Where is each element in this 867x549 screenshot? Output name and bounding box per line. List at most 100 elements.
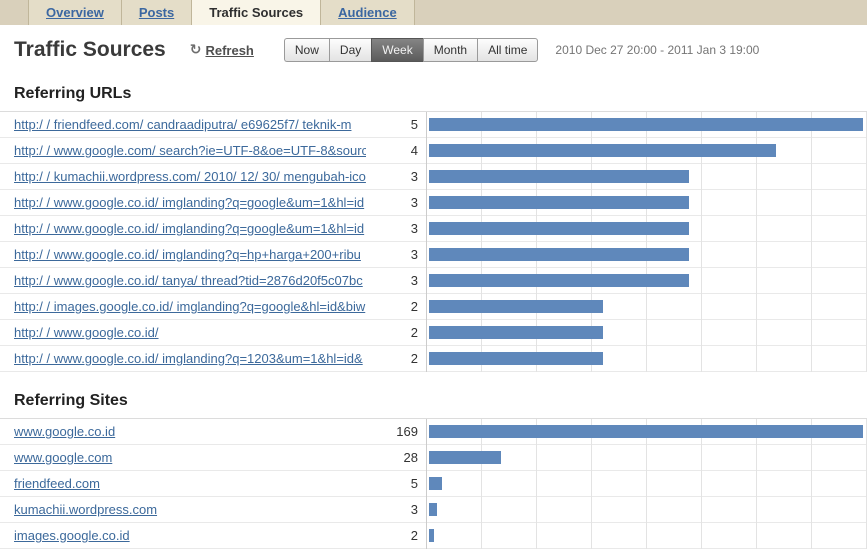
referrer-link[interactable]: http:/ / kumachii.wordpress.com/ 2010/ 1… (14, 169, 366, 184)
table-row: http:/ / www.google.com/ search?ie=UTF-8… (0, 137, 867, 164)
tab-traffic-sources-label: Traffic Sources (209, 5, 304, 20)
tab-overview-label: Overview (46, 5, 104, 20)
referrer-count: 3 (410, 195, 418, 210)
bar (429, 424, 863, 438)
referrer-count: 5 (410, 476, 418, 491)
referrer-link[interactable]: http:/ / www.google.co.id/ imglanding?q=… (14, 351, 366, 366)
bar-chart-cell (426, 444, 867, 471)
referrer-link[interactable]: http:/ / www.google.co.id/ imglanding?q=… (14, 247, 366, 262)
bar-chart-cell (426, 470, 867, 497)
bar-chart-cell (426, 111, 867, 138)
bar-chart-cell (426, 215, 867, 242)
stats-tabbar: Overview Posts Traffic Sources Audience (0, 0, 867, 25)
referring-urls-table: http:/ / friendfeed.com/ candraadiputra/… (0, 111, 867, 372)
table-row: www.google.com 28 (0, 444, 867, 471)
referrer-count: 2 (410, 528, 418, 543)
bar-chart-cell (426, 418, 867, 445)
referrer-count: 2 (410, 351, 418, 366)
referrer-count: 2 (410, 325, 418, 340)
bar (429, 502, 437, 516)
bar (429, 221, 689, 235)
page-header: Traffic Sources ↻ Refresh Now Day Week M… (0, 25, 867, 71)
bar (429, 528, 434, 542)
bar-chart-cell (426, 293, 867, 320)
bar-chart-cell (426, 137, 867, 164)
referrer-link[interactable]: friendfeed.com (14, 476, 366, 491)
table-row: http:/ / images.google.co.id/ imglanding… (0, 293, 867, 320)
referrer-link[interactable]: http:/ / images.google.co.id/ imglanding… (14, 299, 366, 314)
referrer-link[interactable]: http:/ / www.google.com/ search?ie=UTF-8… (14, 143, 366, 158)
referring-urls-heading: Referring URLs (14, 85, 132, 102)
refresh-icon: ↻ (189, 42, 202, 58)
bar-chart-cell (426, 189, 867, 216)
time-button-week[interactable]: Week (371, 38, 423, 62)
table-row: http:/ / www.google.co.id/2 (0, 319, 867, 346)
bar (429, 117, 863, 131)
referrer-link[interactable]: http:/ / www.google.co.id/ imglanding?q=… (14, 221, 366, 236)
table-row: friendfeed.com 5 (0, 470, 867, 497)
referrer-link[interactable]: images.google.co.id (14, 528, 366, 543)
bar (429, 299, 603, 313)
referrer-link[interactable]: kumachii.wordpress.com (14, 502, 366, 517)
bar-chart-cell (426, 267, 867, 294)
bar (429, 143, 776, 157)
referrer-count: 3 (410, 221, 418, 236)
table-row: www.google.co.id 169 (0, 418, 867, 445)
referring-urls-section: Referring URLs http:/ / friendfeed.com/ … (0, 85, 867, 372)
referrer-count: 2 (410, 299, 418, 314)
bar-chart-cell (426, 496, 867, 523)
table-row: http:/ / www.google.co.id/ imglanding?q=… (0, 345, 867, 372)
referrer-count: 28 (403, 450, 418, 465)
time-button-alltime[interactable]: All time (477, 38, 539, 62)
table-row: http:/ / www.google.co.id/ imglanding?q=… (0, 189, 867, 216)
time-button-month[interactable]: Month (422, 38, 478, 62)
referrer-count: 169 (396, 424, 418, 439)
time-button-now[interactable]: Now (283, 38, 329, 62)
bar (429, 273, 689, 287)
tab-traffic-sources[interactable]: Traffic Sources (192, 0, 322, 25)
table-row: http:/ / www.google.co.id/ imglanding?q=… (0, 241, 867, 268)
referrer-link[interactable]: www.google.co.id (14, 424, 366, 439)
bar (429, 450, 501, 464)
bar (429, 351, 603, 365)
table-row: images.google.co.id 2 (0, 522, 867, 549)
tab-posts[interactable]: Posts (121, 0, 193, 25)
referrer-count: 3 (410, 502, 418, 517)
tab-audience[interactable]: Audience (321, 0, 415, 25)
referring-sites-section: Referring Sites www.google.co.id 169 www.g… (0, 392, 867, 549)
table-row: http:/ / www.google.co.id/ imglanding?q=… (0, 215, 867, 242)
table-row: http:/ / kumachii.wordpress.com/ 2010/ 1… (0, 163, 867, 190)
bar (429, 325, 603, 339)
referring-sites-heading: Referring Sites (14, 392, 128, 409)
bar (429, 169, 689, 183)
referrer-link[interactable]: http:/ / www.google.co.id/ (14, 325, 366, 340)
time-button-day[interactable]: Day (328, 38, 372, 62)
tab-audience-label: Audience (338, 5, 397, 20)
referrer-count: 3 (410, 247, 418, 262)
referrer-link[interactable]: www.google.com (14, 450, 366, 465)
page-title: Traffic Sources (14, 38, 166, 61)
referrer-count: 5 (410, 117, 418, 132)
bar-chart-cell (426, 163, 867, 190)
bar-chart-cell (426, 345, 867, 372)
bar (429, 195, 689, 209)
refresh-label: Refresh (205, 42, 254, 58)
table-row: http:/ / friendfeed.com/ candraadiputra/… (0, 111, 867, 138)
referrer-link[interactable]: http:/ / www.google.co.id/ tanya/ thread… (14, 273, 366, 288)
referrer-link[interactable]: http:/ / www.google.co.id/ imglanding?q=… (14, 195, 366, 210)
tab-overview[interactable]: Overview (28, 0, 122, 25)
bar (429, 476, 442, 490)
referrer-count: 3 (410, 273, 418, 288)
referrer-count: 4 (410, 143, 418, 158)
tab-posts-label: Posts (138, 5, 175, 20)
refresh-button[interactable]: ↻ Refresh (190, 43, 254, 58)
time-range-button-group: Now Day Week Month All time (283, 38, 539, 62)
bar (429, 247, 689, 261)
referrer-count: 3 (410, 169, 418, 184)
referrer-link[interactable]: http:/ / friendfeed.com/ candraadiputra/… (14, 117, 366, 132)
bar-chart-cell (426, 522, 867, 549)
date-range-label: 2010 Dec 27 20:00 - 2011 Jan 3 19:00 (555, 43, 760, 57)
table-row: http:/ / www.google.co.id/ tanya/ thread… (0, 267, 867, 294)
table-row: kumachii.wordpress.com 3 (0, 496, 867, 523)
bar-chart-cell (426, 241, 867, 268)
